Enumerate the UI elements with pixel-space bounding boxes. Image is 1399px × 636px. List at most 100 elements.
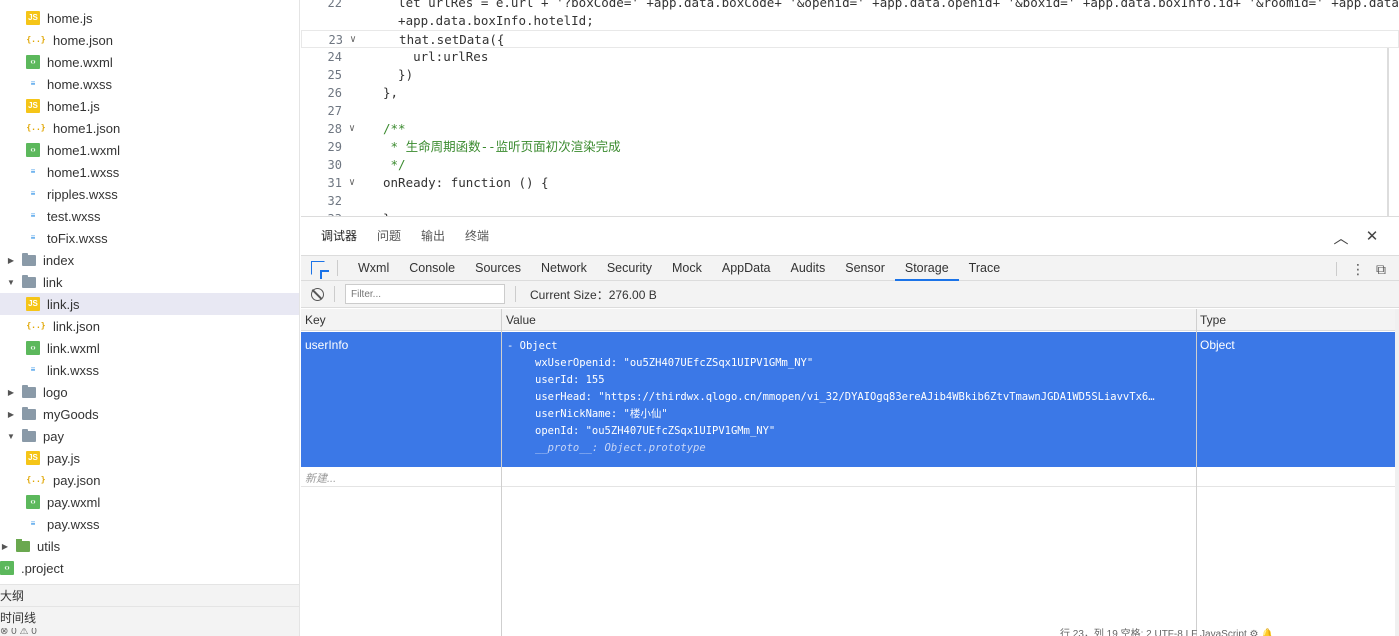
tab-console[interactable]: Console [399, 256, 465, 281]
tab-sensor[interactable]: Sensor [835, 256, 895, 281]
outline-section[interactable]: 大纲 [0, 584, 299, 606]
object-field[interactable]: userHead: "https://thirdwx.qlogo.cn/mmop… [507, 389, 1155, 406]
chevron-down-icon[interactable]: ▼ [6, 432, 16, 441]
tree-folder-index[interactable]: ▶ index [0, 249, 299, 271]
tree-file-pay-wxss[interactable]: ≡ pay.wxss [0, 513, 299, 535]
code-line[interactable]: 31 ∨ onReady: function () { [301, 174, 1399, 192]
tree-file-home1-wxss[interactable]: ≡ home1.wxss [0, 161, 299, 183]
code-line[interactable]: +app.data.boxInfo.hotelId; [301, 12, 1399, 30]
tree-file-link-wxss[interactable]: ≡ link.wxss [0, 359, 299, 381]
problems-counter[interactable]: ⊗ 0 ⚠ 0 [0, 628, 299, 636]
tree-item-label: .project [21, 560, 64, 576]
timeline-section[interactable]: 时间线 [0, 606, 299, 628]
tree-file-home1-wxml[interactable]: ‹› home1.wxml [0, 139, 299, 161]
tree-file-pay-js[interactable]: JS pay.js [0, 447, 299, 469]
wxml-file-icon: ‹› [26, 55, 40, 69]
tab-sources[interactable]: Sources [465, 256, 531, 281]
chevron-right-icon[interactable]: ▶ [6, 388, 16, 397]
grid-scrollbar[interactable] [1395, 309, 1399, 636]
code-line[interactable]: 28 ∨ /** [301, 120, 1399, 138]
tree-file-test-wxss[interactable]: ≡ test.wxss [0, 205, 299, 227]
fold-chevron-icon[interactable]: ∨ [349, 174, 361, 192]
new-entry-placeholder[interactable]: 新建... [305, 470, 336, 486]
tree-file-home-json[interactable]: {..} home.json [0, 29, 299, 51]
key-column-header[interactable]: Key [301, 309, 326, 331]
tree-file-home-js[interactable]: JS home.js [0, 7, 299, 29]
line-number: 22 [327, 0, 342, 10]
field-key: wxUserOpenid [535, 357, 611, 369]
code-line[interactable]: 27 [301, 102, 1399, 120]
chevron-right-icon[interactable]: ▶ [0, 542, 10, 551]
undock-icon[interactable]: ⧉ [1376, 261, 1386, 278]
object-field[interactable]: wxUserOpenid: "ou5ZH407UEfcZSqx1UIPV1GMm… [507, 355, 1155, 372]
tree-folder-logo[interactable]: ▶ logo [0, 381, 299, 403]
tab-security[interactable]: Security [597, 256, 662, 281]
object-field[interactable]: openId: "ou5ZH407UEfcZSqx1UIPV1GMm_NY" [507, 423, 1155, 440]
filter-input[interactable] [345, 284, 505, 304]
tab-storage[interactable]: Storage [894, 256, 959, 281]
panel-tab-1[interactable]: 问题 [377, 217, 401, 255]
new-entry-row[interactable]: 新建... [301, 467, 1398, 487]
code-line[interactable]: 29 * 生命周期函数--监听页面初次渲染完成 [301, 138, 1399, 156]
column-divider-key[interactable] [501, 309, 502, 636]
type-column-header[interactable]: Type [1196, 309, 1226, 331]
expand-arrow-icon[interactable]: - [507, 340, 520, 352]
code-line[interactable]: 32 [301, 192, 1399, 210]
tree-file-pay-json[interactable]: {..} pay.json [0, 469, 299, 491]
object-field[interactable]: userNickName: "楼小仙" [507, 406, 1155, 423]
object-field[interactable]: userId: 155 [507, 372, 1155, 389]
code-line[interactable]: 25 }) [301, 66, 1399, 84]
json-file-icon: {..} [26, 321, 46, 330]
value-column-header[interactable]: Value [502, 309, 536, 331]
tab-appdata[interactable]: AppData [712, 256, 781, 281]
tree-file-ripples-wxss[interactable]: ≡ ripples.wxss [0, 183, 299, 205]
panel-tab-0[interactable]: 调试器 [321, 217, 357, 255]
tab-network[interactable]: Network [531, 256, 597, 281]
chevron-down-icon[interactable]: ▼ [6, 278, 16, 287]
panel-tab-3[interactable]: 终端 [465, 217, 489, 255]
tree-folder-link[interactable]: ▼ link [0, 271, 299, 293]
storage-row-selected[interactable]: userInfo - Object wxUserOpenid: "ou5ZH40… [301, 332, 1398, 467]
chevron-right-icon[interactable]: ▶ [6, 410, 16, 419]
row-value-object[interactable]: - Object wxUserOpenid: "ou5ZH407UEfcZSqx… [507, 338, 1155, 457]
tree-folder-pay[interactable]: ▼ pay [0, 425, 299, 447]
panel-tab-2[interactable]: 输出 [421, 217, 445, 255]
js-file-icon: JS [26, 11, 40, 25]
tree-file-home1-json[interactable]: {..} home1.json [0, 117, 299, 139]
folder-icon [22, 406, 36, 421]
row-key[interactable]: userInfo [305, 338, 348, 352]
tree-folder-mygoods[interactable]: ▶ myGoods [0, 403, 299, 425]
tree-file-home-wxml[interactable]: ‹› home.wxml [0, 51, 299, 73]
code-line[interactable]: 22 let urlRes = e.url + '?boxCode=' +app… [301, 0, 1399, 12]
code-line[interactable]: 30 */ [301, 156, 1399, 174]
object-root[interactable]: - Object [507, 338, 1155, 355]
tab-audits[interactable]: Audits [781, 256, 836, 281]
more-options-icon[interactable]: ⋮ [1351, 261, 1365, 278]
tab-mock[interactable]: Mock [662, 256, 712, 281]
code-line[interactable]: 26}, [301, 84, 1399, 102]
tab-wxml[interactable]: Wxml [348, 256, 399, 281]
column-divider-value[interactable] [1196, 309, 1197, 636]
tree-file-link-js[interactable]: JS link.js [0, 293, 299, 315]
tree-folder-utils[interactable]: ▶ utils [0, 535, 299, 557]
tree-file-tofix-wxss[interactable]: ≡ toFix.wxss [0, 227, 299, 249]
field-key: openId [535, 425, 573, 437]
collapse-panel-icon[interactable]: ︿ [1333, 227, 1349, 248]
clear-storage-icon[interactable] [311, 287, 324, 301]
code-editor[interactable]: 22 let urlRes = e.url + '?boxCode=' +app… [301, 0, 1399, 216]
chevron-right-icon[interactable]: ▶ [6, 256, 16, 265]
fold-chevron-icon[interactable]: ∨ [350, 31, 362, 49]
tree-file-link-wxml[interactable]: ‹› link.wxml [0, 337, 299, 359]
fold-chevron-icon[interactable]: ∨ [349, 120, 361, 138]
code-line[interactable]: 23 ∨ that.setData({ [301, 30, 1399, 48]
tree-file-pay-wxml[interactable]: ‹› pay.wxml [0, 491, 299, 513]
tab-trace[interactable]: Trace [959, 256, 1011, 281]
close-panel-icon[interactable]: ✕ [1364, 227, 1380, 245]
tree-file-project[interactable]: ‹› .project [0, 557, 299, 579]
tree-file-home-wxss[interactable]: ≡ home.wxss [0, 73, 299, 95]
wxss-file-icon: ≡ [30, 233, 36, 242]
code-line[interactable]: 24 url:urlRes [301, 48, 1399, 66]
tree-file-link-json[interactable]: {..} link.json [0, 315, 299, 337]
tree-file-home1-js[interactable]: JS home1.js [0, 95, 299, 117]
inspect-element-icon[interactable] [311, 261, 325, 275]
